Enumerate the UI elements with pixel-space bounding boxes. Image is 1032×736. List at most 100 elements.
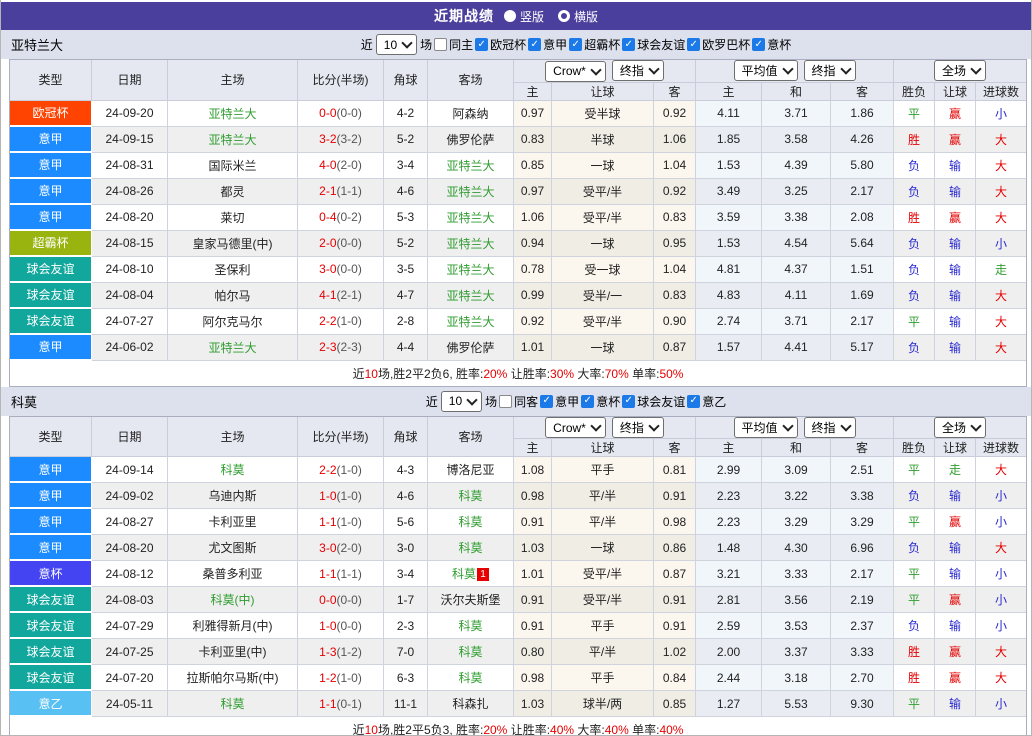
league-filter-label: 意乙 (702, 393, 726, 410)
crow-odds-cell: 受一球 (552, 257, 654, 283)
layout-radio-group: 竖版 横版 (504, 8, 598, 25)
result-cell: 大 (976, 127, 1026, 153)
crow-select-value: Crow* (553, 64, 586, 78)
avg-odds-cell: 3.18 (762, 665, 831, 691)
result-cell: 输 (935, 179, 976, 205)
date-cell: 24-09-15 (92, 127, 168, 153)
radio-option-horizontal[interactable]: 横版 (558, 8, 598, 25)
league-checkbox[interactable] (528, 38, 541, 51)
avg-odds-cell: 4.11 (696, 101, 762, 127)
away-team-name: 沃尔夫斯堡 (440, 593, 500, 607)
league-checkbox[interactable] (581, 395, 594, 408)
result-cell: 输 (935, 231, 976, 257)
league-filter-label: 超霸杯 (584, 36, 620, 53)
result-cell: 大 (976, 639, 1026, 665)
crow-select-cell: Crow* 终指 (514, 417, 696, 440)
games-count-select-value: 10 (449, 394, 462, 408)
avg-odds-cell: 5.80 (831, 153, 894, 179)
page: 近期战绩 竖版 横版 亚特兰大近10场同主欧冠杯意甲超霸杯球会友谊欧罗巴杯意杯类… (0, 0, 1032, 736)
avg-odds-cell: 3.49 (696, 179, 762, 205)
league-cell: 意甲 (10, 535, 92, 561)
league-cell: 意杯 (10, 561, 92, 587)
avg-odds-cell: 2.70 (831, 665, 894, 691)
final-select-2[interactable]: 终指 (804, 60, 856, 81)
final-select[interactable]: 终指 (612, 417, 664, 438)
result-cell: 大 (976, 179, 1026, 205)
league-checkbox[interactable] (622, 38, 635, 51)
avg-odds-cell: 5.17 (831, 335, 894, 361)
summary-segment: 让胜率: (507, 723, 550, 736)
crow-select[interactable]: Crow* (545, 417, 606, 438)
games-label: 场 (485, 393, 497, 410)
league-checkbox[interactable] (687, 38, 700, 51)
avg-odds-cell: 2.17 (831, 309, 894, 335)
table-row: 超霸杯24-08-15皇家马德里(中)2-0(0-0)5-2亚特兰大0.94一球… (10, 231, 1026, 257)
away-team-cell: 亚特兰大 (428, 231, 514, 257)
radio-unselected-icon[interactable] (558, 10, 570, 22)
home-team-cell: 亚特兰大 (168, 101, 298, 127)
games-count-select[interactable]: 10 (441, 391, 482, 412)
avg-odds-cell: 4.81 (696, 257, 762, 283)
radio-selected-icon[interactable] (504, 10, 516, 22)
league-checkbox[interactable] (622, 395, 635, 408)
crow-select[interactable]: Crow* (545, 61, 606, 82)
final-select-2[interactable]: 终指 (804, 417, 856, 438)
league-checkbox[interactable] (540, 395, 553, 408)
summary-cell: 近10场,胜2平2负6, 胜率:20% 让胜率:30% 大率:70% 单率:50… (10, 361, 1026, 386)
score-header: 比分(半场) (298, 417, 384, 458)
result-cell: 输 (935, 483, 976, 509)
fulltime-select[interactable]: 全场 (934, 417, 986, 438)
corner-cell: 5-3 (384, 205, 428, 231)
summary-segment: 近 (353, 723, 365, 736)
team-filter-bar: 科莫近10场同客意甲意杯球会友谊意乙 (1, 387, 1031, 416)
table-row: 意甲24-09-15亚特兰大3-2(3-2)5-2佛罗伦萨0.83半球1.061… (10, 127, 1026, 153)
avg-select[interactable]: 平均值 (734, 60, 798, 81)
league-checkbox[interactable] (475, 38, 488, 51)
avg-odds-cell: 3.59 (696, 205, 762, 231)
league-checkbox[interactable] (569, 38, 582, 51)
crow-odds-cell: 0.92 (514, 309, 552, 335)
fulltime-select-value: 全场 (942, 419, 966, 436)
league-filter: 欧罗巴杯 (685, 36, 750, 53)
fulltime-select[interactable]: 全场 (934, 60, 986, 81)
team-filter-bar: 亚特兰大近10场同主欧冠杯意甲超霸杯球会友谊欧罗巴杯意杯 (1, 30, 1031, 59)
full-sub-header: 让球 (935, 439, 976, 457)
date-cell: 24-08-12 (92, 561, 168, 587)
same-venue-checkbox[interactable] (499, 395, 512, 408)
avg-odds-cell: 6.96 (831, 535, 894, 561)
avg-odds-cell: 3.38 (831, 483, 894, 509)
avg-odds-cell: 1.27 (696, 691, 762, 717)
avg-odds-cell: 1.69 (831, 283, 894, 309)
score-cell: 1-1(1-1) (298, 561, 384, 587)
halftime-score: (0-1) (337, 697, 362, 711)
league-cell: 意甲 (10, 483, 92, 509)
summary-segment: 让胜率: (507, 367, 550, 381)
results-table-wrap: 类型日期主场比分(半场)角球客场Crow*终指平均值终指全场主让球客主和客胜负让… (1, 416, 1031, 736)
league-cell: 意甲 (10, 457, 92, 483)
league-checkbox[interactable] (752, 38, 765, 51)
corner-cell: 4-6 (384, 179, 428, 205)
date-cell: 24-08-03 (92, 587, 168, 613)
table-row: 球会友谊24-08-03科莫(中)0-0(0-0)1-7沃尔夫斯堡0.91受平/… (10, 587, 1026, 613)
chevron-down-icon (648, 420, 659, 431)
crow-odds-cell: 0.81 (654, 457, 696, 483)
halftime-score: (2-0) (337, 158, 362, 172)
result-cell: 赢 (935, 127, 976, 153)
score-cell: 1-0(0-0) (298, 613, 384, 639)
radio-option-vertical[interactable]: 竖版 (504, 8, 544, 25)
summary-segment: 70% (605, 367, 629, 381)
home-team-cell: 帕尔马 (168, 283, 298, 309)
league-cell: 球会友谊 (10, 613, 92, 639)
games-count-select[interactable]: 10 (376, 34, 417, 55)
league-checkbox[interactable] (687, 395, 700, 408)
away-team-name: 科莫 (458, 671, 482, 685)
radio-horizontal-label: 横版 (574, 8, 598, 25)
avg-select[interactable]: 平均值 (734, 417, 798, 438)
summary-segment: 场,胜2平2负6, 胜率: (378, 367, 483, 381)
same-venue-checkbox[interactable] (434, 38, 447, 51)
score-cell: 0-4(0-2) (298, 205, 384, 231)
result-cell: 平 (894, 101, 935, 127)
final-select[interactable]: 终指 (612, 60, 664, 81)
score-cell: 2-3(2-3) (298, 335, 384, 361)
summary-segment: 大率: (574, 723, 605, 736)
